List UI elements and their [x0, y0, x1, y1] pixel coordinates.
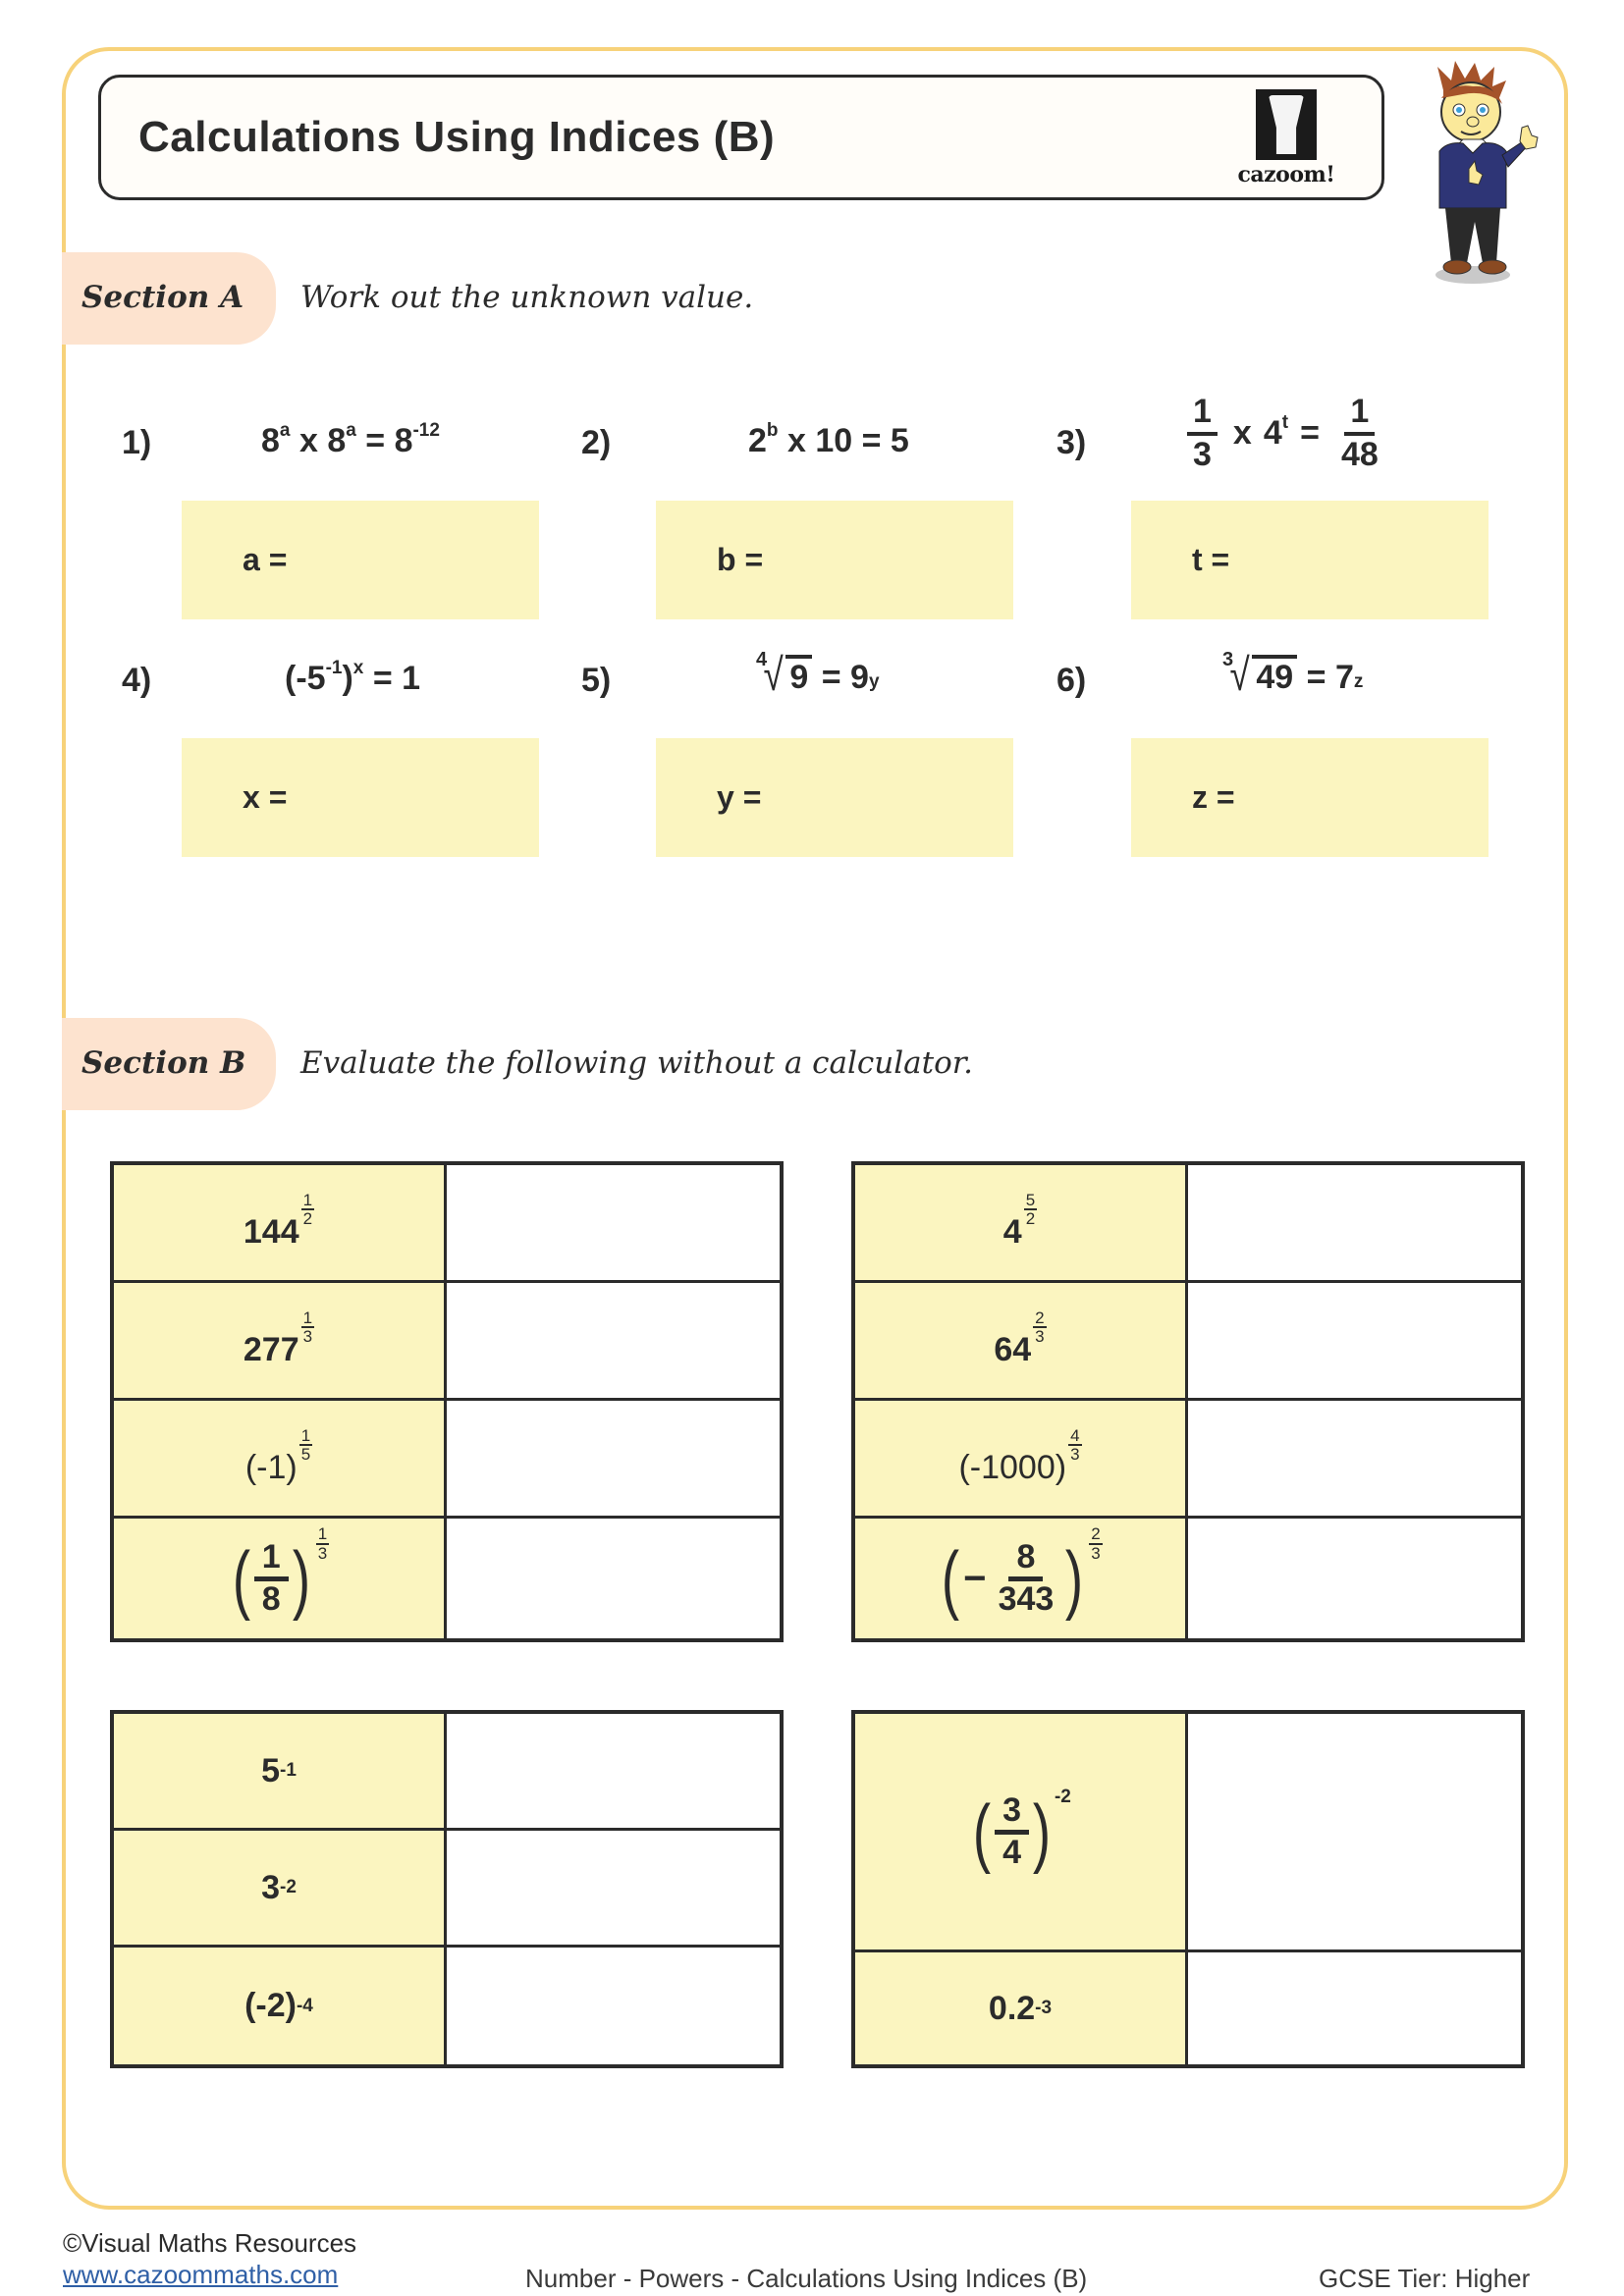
table-question-cell: (-1) 1 5: [114, 1401, 447, 1519]
section-a-label: Section A: [81, 280, 244, 315]
table-question-cell: (1 8) 13: [114, 1519, 447, 1638]
table-negative-indices-1: 5 -1 3 -2 (-2) -4: [110, 1710, 784, 2068]
section-a-instruction: Work out the unknown value.: [300, 280, 754, 315]
question-3-expression: 13 x 4t = 1 48: [1183, 394, 1388, 472]
question-2-number: 2): [581, 424, 612, 461]
table-fractional-indices-1: 144 1 2 277 1 3 (-1) 1 5 (1 8) 13: [110, 1161, 784, 1642]
root-symbol: 4 √ 9: [756, 649, 813, 697]
table-answer-cell[interactable]: [1188, 1165, 1521, 1283]
table-question-cell: (-1000) 4 3: [855, 1401, 1188, 1519]
section-b-pill: Section B: [62, 1018, 276, 1110]
table-answer-cell[interactable]: [1188, 1952, 1521, 2064]
question-5-number: 5): [581, 662, 612, 699]
table-question-cell: (−8 343) 23: [855, 1519, 1188, 1638]
answer-label: b =: [717, 542, 764, 577]
section-a-pill: Section A: [62, 252, 276, 345]
question-4-expression: (-5-1)x = 1: [285, 657, 421, 697]
question-3-number: 3): [1056, 424, 1087, 461]
table-question-cell: 452: [855, 1165, 1188, 1283]
question-6-expression: 3 √ 49 = 7z: [1222, 649, 1364, 700]
question-1-expression: 8a x 8a = 8-12: [261, 419, 440, 459]
table-answer-cell[interactable]: [447, 1714, 780, 1831]
logo-text: cazoom!: [1237, 162, 1335, 187]
question-5-answer-box[interactable]: y =: [656, 738, 1013, 857]
cazoom-drum-logo-icon: [1256, 89, 1317, 160]
question-3-answer-box[interactable]: t =: [1131, 501, 1489, 619]
table-question-cell: 0.2 -3: [855, 1952, 1188, 2064]
question-6-answer-box[interactable]: z =: [1131, 738, 1489, 857]
table-question-cell: 5 -1: [114, 1714, 447, 1831]
cartoon-boy-thumbs-up-icon: [1435, 61, 1539, 284]
table-answer-cell[interactable]: [447, 1948, 780, 2064]
answer-label: a =: [243, 542, 288, 577]
footer-website-link[interactable]: www.cazoommaths.com: [63, 2260, 338, 2290]
table-fractional-indices-2: 452 64 2 3 (-1000) 4 3 (−8 343) 23: [851, 1161, 1525, 1642]
table-answer-cell[interactable]: [447, 1283, 780, 1401]
table-negative-indices-2: (3 4) -2 0.2 -3: [851, 1710, 1525, 2068]
question-1-answer-box[interactable]: a =: [182, 501, 539, 619]
footer-tier: GCSE Tier: Higher: [1319, 2264, 1531, 2293]
table-answer-cell[interactable]: [447, 1401, 780, 1519]
table-answer-cell[interactable]: [447, 1165, 780, 1283]
table-question-cell: (-2) -4: [114, 1948, 447, 2064]
answer-label: z =: [1192, 779, 1235, 815]
answer-label: x =: [243, 779, 288, 815]
cazoom-logo: cazoom!: [1232, 89, 1340, 187]
title-box: Calculations Using Indices (B) cazoom!: [98, 75, 1384, 200]
answer-label: t =: [1192, 542, 1230, 577]
footer-topic: Number - Powers - Calculations Using Ind…: [525, 2264, 1088, 2293]
table-answer-cell[interactable]: [1188, 1519, 1521, 1638]
question-1-number: 1): [122, 424, 152, 461]
question-2-answer-box[interactable]: b =: [656, 501, 1013, 619]
table-question-cell: 277 1 3: [114, 1283, 447, 1401]
table-answer-cell[interactable]: [447, 1831, 780, 1948]
question-2-expression: 2b x 10 = 5: [748, 419, 909, 459]
table-question-cell: (3 4) -2: [855, 1714, 1188, 1952]
question-4-number: 4): [122, 662, 152, 699]
answer-label: y =: [717, 779, 762, 815]
table-answer-cell[interactable]: [1188, 1401, 1521, 1519]
table-answer-cell[interactable]: [1188, 1714, 1521, 1952]
table-question-cell: 144 1 2: [114, 1165, 447, 1283]
question-6-number: 6): [1056, 662, 1087, 699]
table-question-cell: 3 -2: [114, 1831, 447, 1948]
section-b-label: Section B: [81, 1045, 246, 1081]
table-answer-cell[interactable]: [447, 1519, 780, 1638]
section-b-instruction: Evaluate the following without a calcula…: [300, 1045, 974, 1081]
table-answer-cell[interactable]: [1188, 1283, 1521, 1401]
question-4-answer-box[interactable]: x =: [182, 738, 539, 857]
question-5-expression: 4 √ 9 = 9y: [756, 649, 880, 700]
footer-copyright: ©Visual Maths Resources: [63, 2228, 357, 2258]
table-question-cell: 64 2 3: [855, 1283, 1188, 1401]
page-title: Calculations Using Indices (B): [138, 113, 776, 161]
root-symbol: 3 √ 49: [1222, 649, 1298, 697]
